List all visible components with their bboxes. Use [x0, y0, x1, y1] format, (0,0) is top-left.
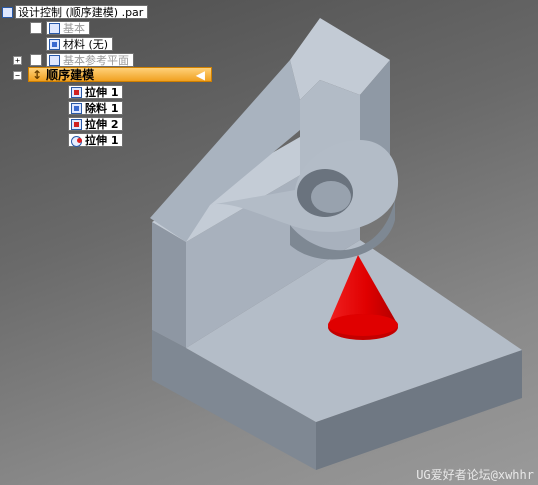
base-icon	[49, 22, 60, 34]
expand-refplanes-icon[interactable]: +	[13, 56, 22, 65]
extrude-icon	[71, 86, 82, 98]
cutout-icon	[71, 102, 82, 114]
rollback-arrow-icon[interactable]: ◀	[196, 68, 205, 82]
revolve-icon	[71, 135, 82, 147]
material-icon	[49, 38, 60, 50]
base-left-face	[152, 222, 186, 348]
tree-base[interactable]: 基本	[46, 21, 90, 35]
tree-feature[interactable]: 拉伸 1	[68, 85, 124, 99]
tree-feature[interactable]: 拉伸 2	[68, 117, 124, 131]
checkbox-refplanes[interactable]	[30, 54, 42, 66]
tree-refplanes[interactable]: 基本参考平面	[46, 53, 134, 67]
tree-sequential[interactable]: ↕ 顺序建模 ◀	[28, 67, 212, 82]
collapse-sequential-icon[interactable]: −	[13, 71, 22, 80]
cone-base-top	[328, 314, 398, 336]
3d-viewport[interactable]: 设计控制 (顺序建模) .par 基本 材料 (无) + 基本参考平面 − ↕ …	[0, 0, 538, 485]
extrude-icon	[71, 118, 82, 130]
tree-feature[interactable]: 拉伸 1	[68, 133, 124, 147]
part-icon	[2, 6, 13, 18]
refplane-icon	[49, 54, 60, 66]
tree-material[interactable]: 材料 (无)	[46, 37, 114, 51]
sequential-icon: ↕	[32, 67, 43, 82]
checkbox-base[interactable]	[30, 22, 42, 34]
watermark: UG爱好者论坛@xwhhr	[416, 468, 534, 482]
tree-feature[interactable]: 除料 1	[68, 101, 124, 115]
hole-inner	[311, 181, 351, 213]
tree-root[interactable]: 设计控制 (顺序建模) .par	[2, 5, 149, 19]
